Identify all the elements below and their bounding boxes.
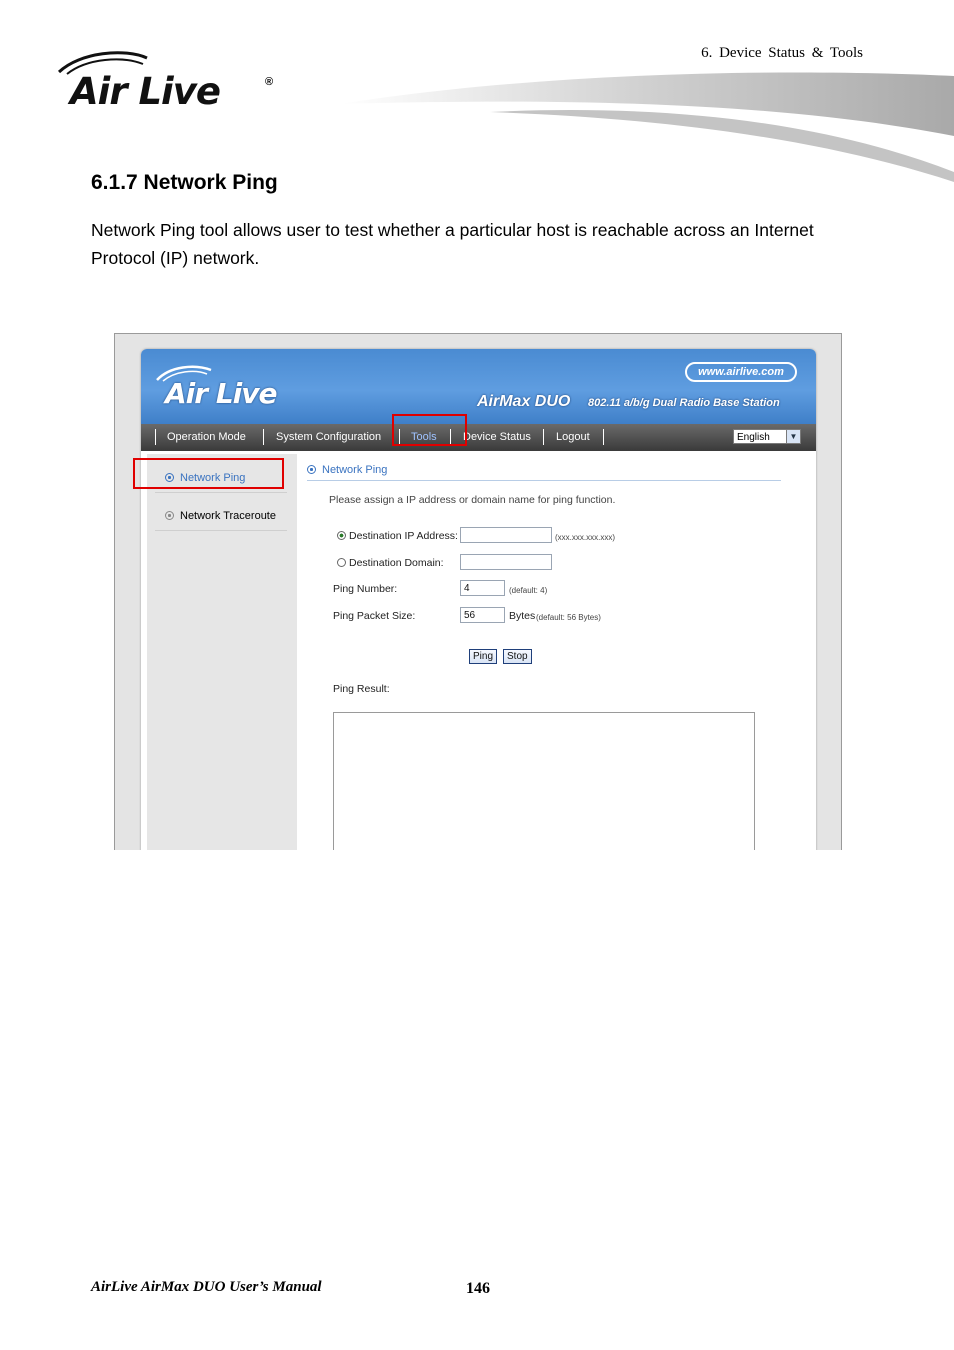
bullet-icon: [307, 465, 316, 474]
chapter-title: 6. Device Status & Tools: [701, 45, 863, 61]
banner-logo: Air Live: [165, 377, 278, 410]
packet-size-hint: (default: 56 Bytes): [536, 613, 601, 622]
sidebar: Network Ping Network Traceroute: [147, 454, 297, 850]
title-divider: [307, 480, 781, 481]
header-swoosh-graphic: [340, 72, 954, 182]
logo-text: Air Live: [70, 70, 221, 113]
nav-operation-mode[interactable]: Operation Mode: [167, 431, 246, 443]
ping-number-hint: (default: 4): [509, 586, 548, 595]
nav-system-configuration[interactable]: System Configuration: [276, 431, 381, 443]
router-web-ui: Air Live www.airlive.com AirMax DUO 802.…: [141, 349, 816, 850]
sidebar-divider: [155, 492, 287, 493]
sidebar-item-label: Network Traceroute: [180, 510, 276, 522]
dest-ip-radio[interactable]: [337, 531, 346, 540]
packet-size-unit: Bytes: [509, 610, 536, 622]
sidebar-divider: [155, 530, 287, 531]
ping-button[interactable]: Ping: [469, 649, 498, 664]
ping-number-label: Ping Number:: [333, 583, 398, 595]
dest-ip-radio-row[interactable]: Destination IP Address:: [337, 530, 458, 542]
section-heading: 6.1.7 Network Ping: [91, 171, 278, 194]
dest-ip-hint: (xxx.xxx.xxx.xxx): [555, 533, 615, 542]
footer-manual-title: AirLive AirMax DUO User’s Manual: [91, 1279, 322, 1295]
packet-size-input[interactable]: 56: [460, 607, 505, 623]
chevron-down-icon[interactable]: ▼: [786, 430, 800, 443]
dest-domain-radio[interactable]: [337, 558, 346, 567]
content-title-text: Network Ping: [322, 464, 388, 476]
bullet-icon: [165, 511, 174, 520]
top-nav: Operation Mode System Configuration Tool…: [141, 424, 816, 451]
language-value: English: [737, 432, 770, 443]
nav-separator: [543, 429, 544, 445]
nav-separator: [603, 429, 604, 445]
sidebar-item-network-traceroute[interactable]: Network Traceroute: [165, 510, 276, 522]
stop-button[interactable]: Stop: [503, 649, 532, 664]
ping-result-textarea[interactable]: [333, 712, 755, 850]
airlive-logo: Air Live ®: [55, 48, 295, 118]
dest-domain-label: Destination Domain:: [349, 557, 444, 569]
page-number: 146: [466, 1280, 490, 1297]
network-ping-highlight-box: [133, 458, 284, 489]
ping-result-label: Ping Result:: [333, 683, 390, 695]
ui-screenshot: Air Live www.airlive.com AirMax DUO 802.…: [114, 333, 842, 850]
banner: Air Live www.airlive.com AirMax DUO 802.…: [141, 349, 816, 424]
website-link[interactable]: www.airlive.com: [685, 362, 797, 382]
content-title: Network Ping: [307, 464, 387, 476]
tools-highlight-box: [392, 414, 467, 446]
ping-number-input[interactable]: 4: [460, 580, 505, 596]
product-description: 802.11 a/b/g Dual Radio Base Station: [588, 397, 780, 409]
nav-separator: [263, 429, 264, 445]
section-paragraph: Network Ping tool allows user to test wh…: [91, 220, 814, 268]
dest-ip-label: Destination IP Address:: [349, 530, 458, 542]
nav-device-status[interactable]: Device Status: [463, 431, 531, 443]
language-select[interactable]: English ▼: [733, 429, 801, 444]
nav-separator: [155, 429, 156, 445]
nav-logout[interactable]: Logout: [556, 431, 590, 443]
content-description: Please assign a IP address or domain nam…: [329, 494, 616, 506]
dest-ip-input[interactable]: [460, 527, 552, 543]
packet-size-label: Ping Packet Size:: [333, 610, 416, 622]
dest-domain-radio-row[interactable]: Destination Domain:: [337, 557, 444, 569]
dest-domain-input[interactable]: [460, 554, 552, 570]
logo-registered-mark: ®: [265, 76, 274, 88]
product-name: AirMax DUO: [477, 393, 571, 410]
